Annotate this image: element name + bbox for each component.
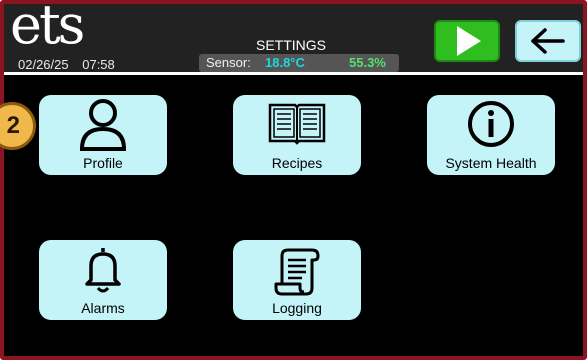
time-text: 07:58 [82, 57, 115, 72]
app-frame: ets 02/26/25 07:58 SETTINGS Sensor: 18.8… [0, 0, 587, 360]
step-badge: 2 [0, 102, 36, 150]
datetime: 02/26/25 07:58 [18, 57, 125, 72]
recipes-tile[interactable]: Recipes [233, 95, 361, 175]
bell-icon [85, 248, 121, 293]
sensor-humidity: 55.3% [349, 55, 386, 70]
system-health-label: System Health [445, 155, 537, 171]
logging-tile[interactable]: Logging [233, 240, 361, 320]
system-health-tile[interactable]: System Health [427, 95, 555, 175]
sensor-bar: Sensor: 18.8°C 55.3% [199, 54, 399, 72]
date-text: 02/26/25 [18, 57, 69, 72]
sensor-label: Sensor: [206, 55, 251, 70]
page-title: SETTINGS [256, 37, 327, 53]
alarms-label: Alarms [81, 300, 125, 316]
sensor-temperature: 18.8°C [265, 55, 305, 70]
play-icon [457, 26, 481, 56]
scroll-icon [274, 248, 320, 296]
logging-label: Logging [272, 300, 322, 316]
info-icon [468, 101, 514, 147]
profile-label: Profile [83, 155, 123, 171]
profile-tile[interactable]: Profile [39, 95, 167, 175]
back-arrow-icon [531, 28, 565, 54]
header-bar: ets 02/26/25 07:58 SETTINGS Sensor: 18.8… [4, 0, 583, 75]
person-icon [79, 99, 127, 151]
recipes-label: Recipes [271, 155, 323, 171]
alarms-tile[interactable]: Alarms [39, 240, 167, 320]
book-icon [268, 103, 326, 145]
ets-logo: ets [10, 0, 85, 56]
back-button[interactable] [515, 20, 581, 62]
play-button[interactable] [434, 20, 500, 62]
